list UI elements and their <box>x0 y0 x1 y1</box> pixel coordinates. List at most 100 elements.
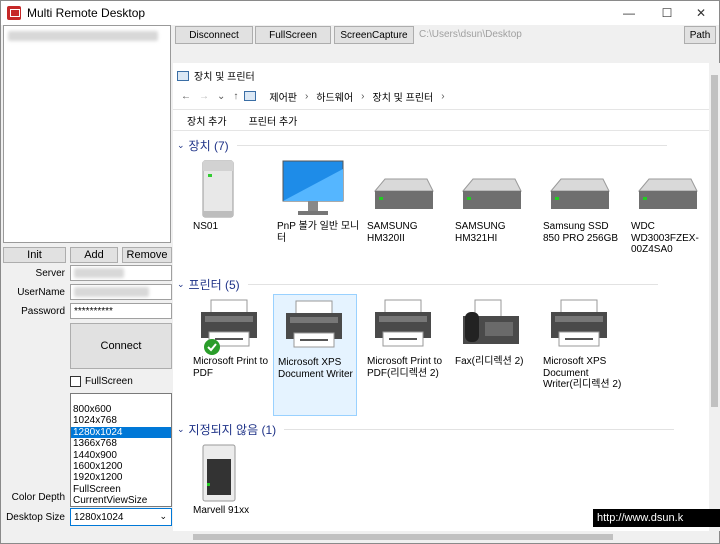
printer-icon <box>547 298 611 356</box>
blurred-server <box>74 268 124 278</box>
group-divider <box>247 284 658 285</box>
explorer-title: 장치 및 프린터 <box>177 68 255 83</box>
horizontal-scrollbar[interactable] <box>173 531 709 543</box>
group-divider <box>236 145 667 146</box>
device-item[interactable]: Samsung SSD 850 PRO 256GB <box>539 155 623 255</box>
remote-explorer-view[interactable]: 장치 및 프린터 ← → ⌄ ↑ 제어판 › 하드웨어 › 장치 및 프린터 ›… <box>173 63 709 531</box>
remove-button[interactable]: Remove <box>122 247 172 263</box>
breadcrumb-sep-icon: › <box>441 90 445 102</box>
server-field[interactable] <box>70 265 172 281</box>
username-label: UserName <box>17 287 65 298</box>
device-item[interactable]: WDC WD3003FZEX-00Z4SA0 <box>627 155 711 255</box>
minimize-button[interactable]: — <box>611 1 647 25</box>
printer-item[interactable]: Microsoft XPS Document Writer <box>273 294 357 416</box>
printer-icon <box>282 299 346 357</box>
checkbox-box[interactable] <box>70 376 81 387</box>
group-title: 장치 (7) <box>188 139 229 153</box>
maximize-button[interactable]: ☐ <box>649 1 685 25</box>
scroll-thumb[interactable] <box>193 534 613 540</box>
navigation-bar: ← → ⌄ ↑ 제어판 › 하드웨어 › 장치 및 프린터 › <box>173 85 709 107</box>
init-button[interactable]: Init <box>3 247 66 263</box>
disconnect-button[interactable]: Disconnect <box>175 26 253 44</box>
printer-item[interactable]: Microsoft Print to PDF(리디렉션 2) <box>363 294 447 416</box>
connection-list[interactable] <box>3 25 171 243</box>
item-name: PnP 볼가 일반 모니터 <box>277 221 360 244</box>
group-header[interactable]: ⌄ 장치 (7) <box>177 137 667 154</box>
fullscreen-button[interactable]: FullScreen <box>255 26 331 44</box>
back-arrow-icon[interactable]: ← <box>181 91 191 102</box>
group-title: 지정되지 않음 (1) <box>188 423 277 437</box>
chevron-down-icon: ⌄ <box>177 279 185 289</box>
printer-item[interactable]: Fax(리디렉션 2) <box>451 294 535 416</box>
desktop-size-option[interactable]: FullScreen <box>71 484 171 495</box>
pc-icon <box>197 159 241 225</box>
fax-icon <box>459 298 523 356</box>
chevron-down-icon: ⌄ <box>177 140 185 150</box>
password-label: Password <box>21 306 65 317</box>
screen-capture-button[interactable]: ScreenCapture <box>334 26 414 44</box>
device-item[interactable]: SAMSUNG HM320II <box>363 155 447 255</box>
recent-chevron-icon[interactable]: ⌄ <box>217 91 225 102</box>
add-button[interactable]: Add <box>70 247 118 263</box>
breadcrumb-3[interactable]: 장치 및 프린터 <box>373 89 434 104</box>
item-name: Microsoft Print to PDF(리디렉션 2) <box>367 356 443 379</box>
desktop-size-option[interactable]: 1920x1200 <box>71 472 171 483</box>
desktop-size-option[interactable]: 800x600 <box>71 404 171 415</box>
disk-icon <box>371 177 435 221</box>
unspecified-device-item[interactable]: Marvell 91xx <box>189 439 273 539</box>
item-name: Marvell 91xx <box>193 505 250 516</box>
desktop-size-option[interactable]: 1024x768 <box>71 415 171 426</box>
breadcrumb-sep-icon: › <box>305 90 309 102</box>
group-divider <box>284 429 675 430</box>
printer-icon <box>371 298 435 356</box>
device-item[interactable]: SAMSUNG HM321HI <box>451 155 535 255</box>
breadcrumb-2[interactable]: 하드웨어 <box>316 89 353 104</box>
blurred-username <box>74 287 149 297</box>
desktop-size-option[interactable]: 1280x1024 <box>71 426 171 439</box>
disk-icon <box>459 177 523 221</box>
item-name: SAMSUNG HM321HI <box>455 221 506 244</box>
window-title: Multi Remote Desktop <box>27 6 146 20</box>
add-printer-command[interactable]: 프린터 추가 <box>249 113 298 128</box>
printer-item[interactable]: Microsoft Print to PDF <box>189 294 273 416</box>
explorer-title-text: 장치 및 프린터 <box>194 72 255 83</box>
desktop-size-value: 1280x1024 <box>74 511 124 523</box>
forward-arrow-icon[interactable]: → <box>199 91 209 102</box>
breadcrumb-sep-icon: › <box>361 90 365 102</box>
desktop-size-option[interactable]: 1600x1200 <box>71 461 171 472</box>
item-name: Microsoft XPS Document Writer <box>278 357 353 380</box>
item-name: Fax(리디렉션 2) <box>455 356 524 367</box>
group-title: 프린터 (5) <box>188 278 240 292</box>
path-button[interactable]: Path <box>684 26 716 44</box>
breadcrumb-1[interactable]: 제어판 <box>269 89 297 104</box>
device-item[interactable]: PnP 볼가 일반 모니터 <box>273 155 359 255</box>
title-bar: Multi Remote Desktop — ☐ ✕ <box>1 1 719 25</box>
username-field[interactable] <box>70 284 172 300</box>
up-arrow-icon[interactable]: ↑ <box>233 91 238 102</box>
close-button[interactable]: ✕ <box>683 1 719 25</box>
desktop-size-dropdown-list[interactable]: 800x600 1024x768 1280x1024 1366x768 1440x900… <box>70 393 172 507</box>
item-name: NS01 <box>193 221 219 232</box>
printer-item[interactable]: Microsoft XPS Document Writer(리디렉션 2) <box>539 294 623 416</box>
group-header[interactable]: ⌄ 지정되지 않음 (1) <box>177 421 675 438</box>
add-device-command[interactable]: 장치 추가 <box>187 113 227 128</box>
vertical-scrollbar[interactable] <box>709 63 720 531</box>
fullscreen-checkbox[interactable]: FullScreen <box>70 376 133 387</box>
app-icon <box>7 6 21 20</box>
device-item[interactable]: NS01 <box>189 155 273 255</box>
disk-icon <box>635 177 699 221</box>
desktop-size-option[interactable]: 1366x768 <box>71 438 171 449</box>
desktop-size-option[interactable]: CurrentViewSize <box>71 495 171 506</box>
devices-icon <box>177 70 189 81</box>
desktop-size-select[interactable]: 1280x1024 ⌄ <box>70 508 172 526</box>
monitor-icon <box>281 159 345 225</box>
blurred-entry[interactable] <box>8 31 158 41</box>
connect-button[interactable]: Connect <box>70 323 172 369</box>
scroll-thumb[interactable] <box>711 75 718 407</box>
password-field[interactable]: ********** <box>70 303 172 319</box>
desktop-size-option[interactable]: 1440x900 <box>71 450 171 461</box>
item-name: Microsoft XPS Document Writer(리디렉션 2) <box>543 356 622 390</box>
watermark: http://www.dsun.k <box>593 509 720 527</box>
tower-icon <box>197 443 241 509</box>
group-header[interactable]: ⌄ 프린터 (5) <box>177 276 658 293</box>
